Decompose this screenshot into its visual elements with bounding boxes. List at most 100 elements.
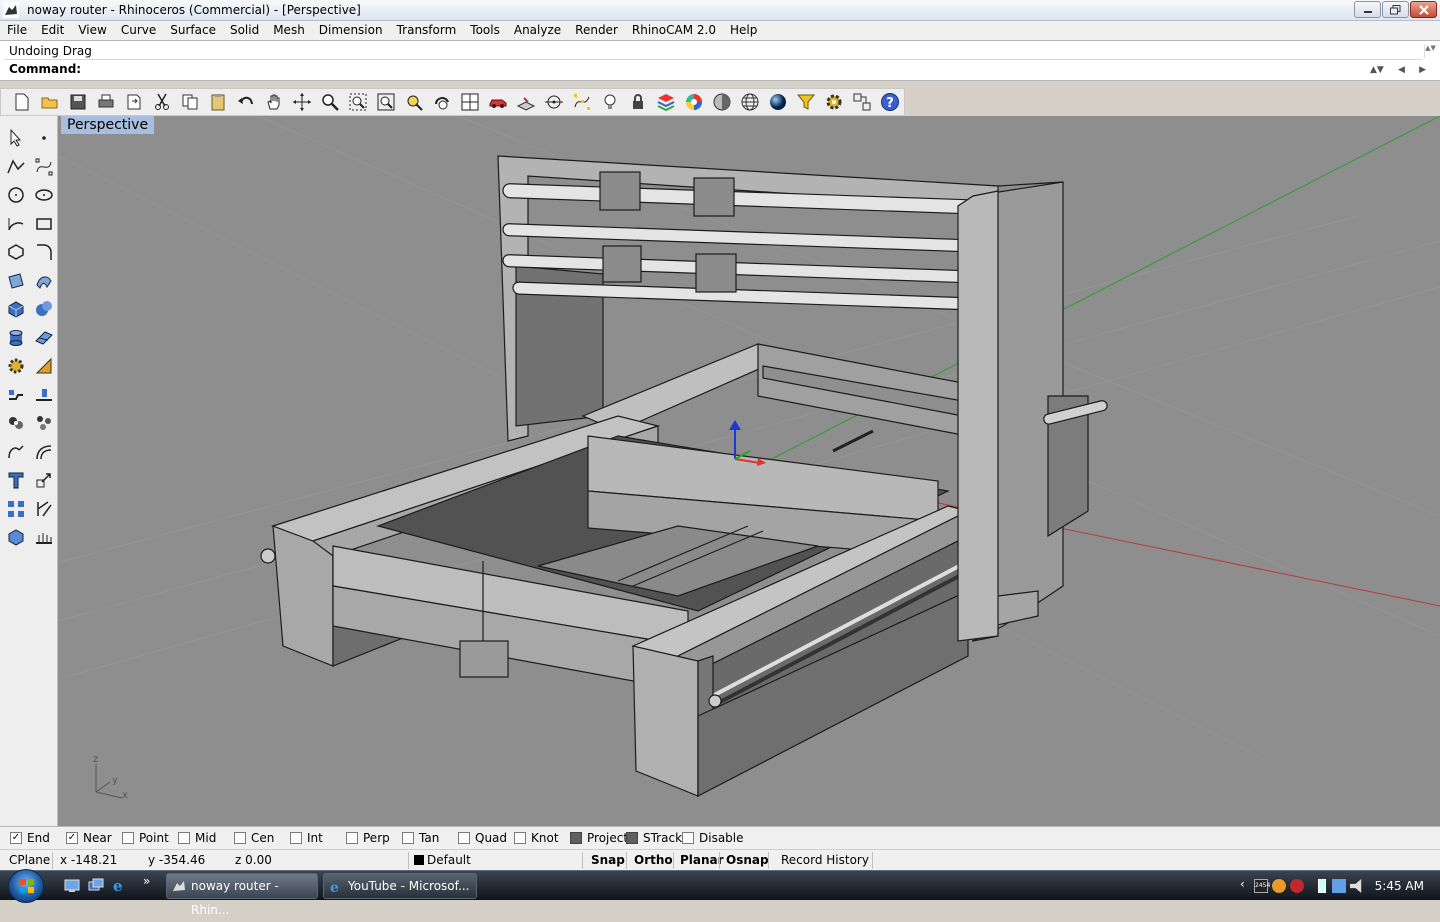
- minimize-button[interactable]: [1354, 1, 1381, 18]
- text-tool[interactable]: [2, 468, 30, 492]
- checkbox-project[interactable]: [570, 832, 582, 844]
- tray-app-icon[interactable]: [1272, 879, 1286, 893]
- paste-button[interactable]: [205, 90, 231, 114]
- import-button[interactable]: [121, 90, 147, 114]
- layout-button[interactable]: [849, 90, 875, 114]
- options-gear-button[interactable]: [821, 90, 847, 114]
- spin-up-down-icon[interactable]: ▲▼: [1370, 65, 1384, 75]
- tray-expand-icon[interactable]: ‹: [1240, 877, 1245, 891]
- tray-monitor-icon[interactable]: 2454: [1254, 879, 1270, 893]
- undo-view-button[interactable]: [429, 90, 455, 114]
- tray-security-icon[interactable]: [1290, 879, 1304, 893]
- explode-tool[interactable]: [30, 411, 58, 435]
- menu-surface[interactable]: Surface: [163, 21, 223, 40]
- checkbox-cen[interactable]: [234, 832, 246, 844]
- shade-button[interactable]: [709, 90, 735, 114]
- osnap-toggle[interactable]: Osnap: [726, 853, 769, 867]
- checkbox-perp[interactable]: [346, 832, 358, 844]
- arrow-left-icon[interactable]: ◀: [1398, 65, 1405, 75]
- render-sphere-button[interactable]: [765, 90, 791, 114]
- join-tool[interactable]: [2, 440, 30, 464]
- close-button[interactable]: [1410, 1, 1437, 18]
- offset-tool[interactable]: [30, 440, 58, 464]
- osnap-quad[interactable]: Quad: [458, 831, 507, 845]
- menu-file[interactable]: File: [0, 21, 34, 40]
- print-button[interactable]: [93, 90, 119, 114]
- menu-render[interactable]: Render: [568, 21, 625, 40]
- switch-windows-icon[interactable]: [88, 878, 104, 893]
- osnap-perp[interactable]: Perp: [346, 831, 390, 845]
- osnap-disable[interactable]: Disable: [682, 831, 744, 845]
- pan-button[interactable]: [261, 90, 287, 114]
- lock-button[interactable]: [625, 90, 651, 114]
- car-button[interactable]: [485, 90, 511, 114]
- checkbox-tan[interactable]: [402, 832, 414, 844]
- model-scene[interactable]: [58, 116, 1440, 826]
- menu-help[interactable]: Help: [723, 21, 764, 40]
- menu-view[interactable]: View: [71, 21, 113, 40]
- four-viewports-button[interactable]: [457, 90, 483, 114]
- array-tool[interactable]: [2, 497, 30, 521]
- menu-transform[interactable]: Transform: [390, 21, 464, 40]
- volume-icon[interactable]: [1350, 879, 1362, 893]
- scale-tool[interactable]: [30, 468, 58, 492]
- osnap-point[interactable]: Point: [122, 831, 169, 845]
- history-scrollbar[interactable]: ▲▼: [1424, 44, 1436, 58]
- menu-mesh[interactable]: Mesh: [266, 21, 312, 40]
- undo-button[interactable]: [233, 90, 259, 114]
- mesh-tool[interactable]: [2, 354, 30, 378]
- new-button[interactable]: [9, 90, 35, 114]
- plane-tool[interactable]: [30, 326, 58, 350]
- move-tool[interactable]: [2, 383, 30, 407]
- command-prompt[interactable]: Command:: [9, 62, 81, 76]
- status-cplane[interactable]: CPlane: [9, 853, 50, 867]
- task-youtube[interactable]: e YouTube - Microsof...: [323, 873, 477, 899]
- menu-edit[interactable]: Edit: [34, 21, 71, 40]
- gantry-upright-right[interactable]: [957, 190, 999, 642]
- dimension-tool[interactable]: [30, 354, 58, 378]
- start-button[interactable]: [8, 869, 44, 903]
- fillet-tool[interactable]: [30, 240, 58, 264]
- osnap-strack[interactable]: STrack: [626, 831, 682, 845]
- zoom-selected-button[interactable]: [401, 90, 427, 114]
- battery-icon[interactable]: [1318, 879, 1326, 893]
- osnap-mid[interactable]: Mid: [178, 831, 216, 845]
- menu-tools[interactable]: Tools: [463, 21, 507, 40]
- project-tool[interactable]: [30, 383, 58, 407]
- zoom-button[interactable]: [317, 90, 343, 114]
- group-tool[interactable]: [2, 411, 30, 435]
- arrow-right-icon[interactable]: ▶: [1419, 65, 1426, 75]
- network-icon[interactable]: [1332, 879, 1346, 893]
- surface-tool[interactable]: [2, 269, 30, 293]
- trim-tool[interactable]: [30, 497, 58, 521]
- contour-tool[interactable]: [30, 525, 58, 549]
- points-on-button[interactable]: [569, 90, 595, 114]
- cylinder-tool[interactable]: [2, 326, 30, 350]
- grid-options-button[interactable]: [513, 90, 539, 114]
- checkbox-mid[interactable]: [178, 832, 190, 844]
- osnap-near[interactable]: ✓ Near: [66, 831, 112, 845]
- osnap-project[interactable]: Project: [570, 831, 628, 845]
- menu-analyze[interactable]: Analyze: [507, 21, 568, 40]
- checkbox-point[interactable]: [122, 832, 134, 844]
- status-layer[interactable]: Default: [414, 853, 471, 867]
- cut-button[interactable]: [149, 90, 175, 114]
- planar-toggle[interactable]: Planar: [680, 853, 724, 867]
- task-rhino[interactable]: noway router - Rhin...: [166, 873, 318, 917]
- osnap-tan[interactable]: Tan: [402, 831, 439, 845]
- osnap-knot[interactable]: Knot: [514, 831, 559, 845]
- ortho-toggle[interactable]: Ortho: [634, 853, 673, 867]
- select-filter-button[interactable]: [793, 90, 819, 114]
- rotate-view-button[interactable]: [289, 90, 315, 114]
- copy-button[interactable]: [177, 90, 203, 114]
- analyze-tool[interactable]: [2, 525, 30, 549]
- checkbox-knot[interactable]: [514, 832, 526, 844]
- checkbox-near[interactable]: ✓: [66, 832, 78, 844]
- checkbox-int[interactable]: [290, 832, 302, 844]
- curve-tool[interactable]: [30, 155, 58, 179]
- perspective-viewport[interactable]: Perspective z y x: [58, 116, 1440, 826]
- osnap-cen[interactable]: Cen: [234, 831, 274, 845]
- ellipse-tool[interactable]: [30, 183, 58, 207]
- point-tool[interactable]: [30, 126, 58, 150]
- help-button[interactable]: ?: [877, 90, 903, 114]
